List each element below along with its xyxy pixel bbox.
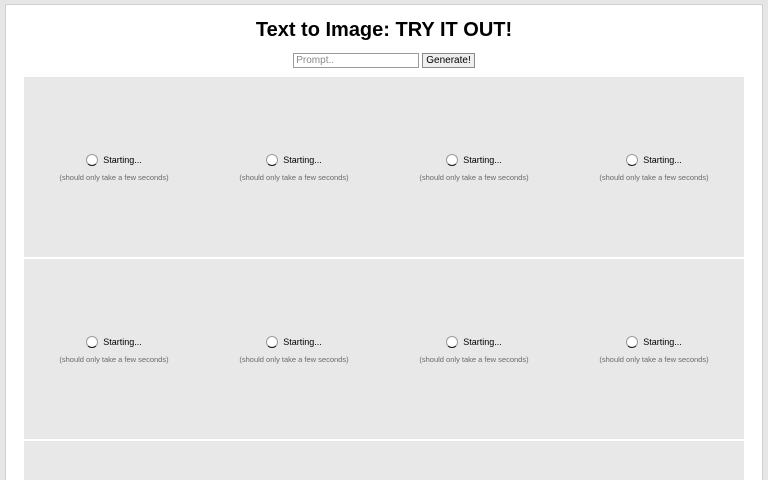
image-tile: Starting... (should only take a few seco… — [24, 259, 204, 439]
tile-hint-label: (should only take a few seconds) — [59, 355, 169, 364]
loading-spinner-icon — [266, 336, 279, 348]
loading-spinner-icon — [446, 336, 459, 348]
tile-status-label: Starting... — [643, 337, 682, 347]
tile-hint-label: (should only take a few seconds) — [599, 355, 709, 364]
generate-button[interactable]: Generate! — [422, 53, 475, 68]
image-row — [24, 441, 744, 480]
tile-status-label: Starting... — [283, 155, 322, 165]
image-tile: Starting... (should only take a few seco… — [24, 77, 204, 257]
tile-status-label: Starting... — [463, 337, 502, 347]
image-tile: Starting... (should only take a few seco… — [204, 77, 384, 257]
loading-spinner-icon — [86, 336, 99, 348]
image-tile: Starting... (should only take a few seco… — [384, 77, 564, 257]
image-row: Starting... (should only take a few seco… — [24, 259, 744, 439]
prompt-form: Generate! — [6, 53, 762, 68]
tile-status-label: Starting... — [103, 155, 142, 165]
tile-status-label: Starting... — [463, 155, 502, 165]
image-tile: Starting... (should only take a few seco… — [384, 259, 564, 439]
page-container: Text to Image: TRY IT OUT! Generate! Sta… — [5, 4, 763, 480]
image-tile: Starting... (should only take a few seco… — [204, 259, 384, 439]
tile-hint-label: (should only take a few seconds) — [59, 173, 169, 182]
loading-spinner-icon — [626, 336, 639, 348]
tile-hint-label: (should only take a few seconds) — [599, 173, 709, 182]
tile-hint-label: (should only take a few seconds) — [419, 173, 529, 182]
loading-spinner-icon — [266, 154, 279, 166]
tile-hint-label: (should only take a few seconds) — [239, 173, 349, 182]
tile-hint-label: (should only take a few seconds) — [239, 355, 349, 364]
loading-spinner-icon — [626, 154, 639, 166]
tile-status-label: Starting... — [283, 337, 322, 347]
image-row: Starting... (should only take a few seco… — [24, 77, 744, 257]
loading-spinner-icon — [86, 154, 99, 166]
loading-spinner-icon — [446, 154, 459, 166]
image-tile: Starting... (should only take a few seco… — [564, 259, 744, 439]
image-tile: Starting... (should only take a few seco… — [564, 77, 744, 257]
page-title: Text to Image: TRY IT OUT! — [255, 19, 513, 41]
tile-hint-label: (should only take a few seconds) — [419, 355, 529, 364]
tile-status-label: Starting... — [643, 155, 682, 165]
tile-status-label: Starting... — [103, 337, 142, 347]
image-grid: Starting... (should only take a few seco… — [24, 77, 744, 480]
prompt-input[interactable] — [293, 53, 420, 68]
